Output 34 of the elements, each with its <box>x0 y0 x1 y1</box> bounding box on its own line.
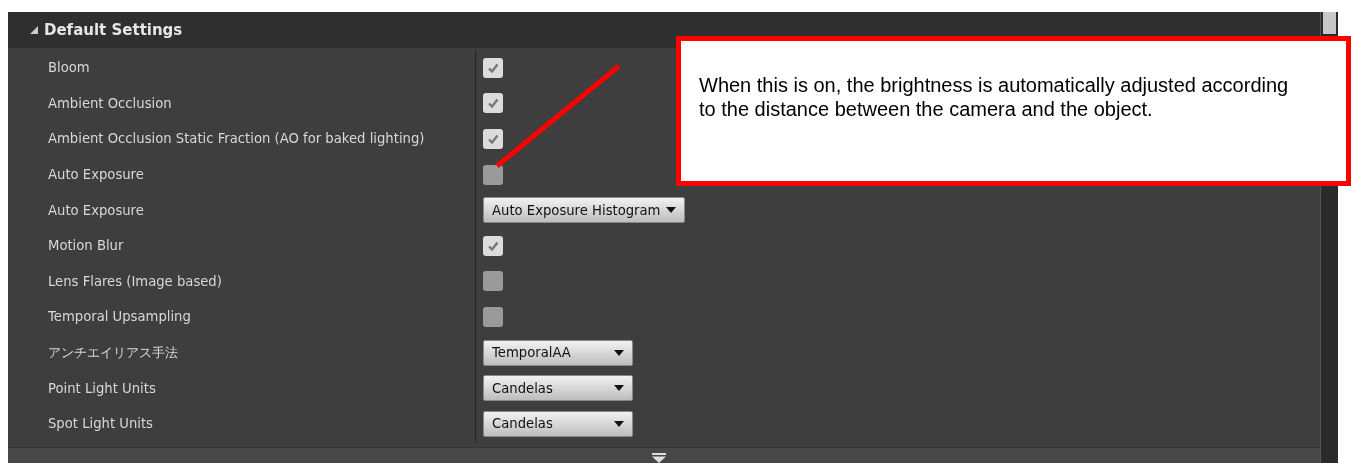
property-label: Ambient Occlusion Static Fraction (AO for baked lighting) <box>48 131 425 147</box>
checkmark-icon <box>487 239 499 252</box>
expand-arrow-icon[interactable] <box>652 453 666 463</box>
property-label: Point Light Units <box>48 380 156 396</box>
checkbox[interactable] <box>483 271 503 292</box>
checkbox[interactable] <box>483 306 503 327</box>
caret-icon <box>666 207 677 214</box>
property-label: アンチエイリアス手法 <box>48 343 178 362</box>
property-label: Motion Blur <box>48 238 124 254</box>
checkbox[interactable] <box>483 129 503 149</box>
property-label: Spot Light Units <box>48 416 153 432</box>
dropdown[interactable]: Candelas <box>483 410 633 437</box>
checkmark-icon <box>487 61 499 74</box>
expand-triangle-icon[interactable] <box>30 26 38 34</box>
checkbox[interactable] <box>483 93 503 114</box>
dropdown[interactable]: Auto Exposure Histogram <box>483 197 686 224</box>
callout-text: When this is on, the brightness is automatically adjusted according to the distance between the camera and the object. <box>699 73 1290 121</box>
property-label: Temporal Upsampling <box>48 309 191 325</box>
property-label: Lens Flares (Image based) <box>48 273 222 289</box>
checkbox[interactable] <box>483 57 503 78</box>
property-label: Bloom <box>48 60 90 76</box>
property-label: Auto Exposure <box>48 202 144 218</box>
section-title: Default Settings <box>44 21 183 39</box>
caret-icon <box>614 349 624 356</box>
dropdown[interactable]: TemporalAA <box>483 339 633 366</box>
checkmark-icon <box>487 133 499 145</box>
property-label: Ambient Occlusion <box>48 95 172 111</box>
property-label: Auto Exposure <box>48 167 144 183</box>
dropdown[interactable]: Candelas <box>483 375 633 402</box>
caret-icon <box>614 385 624 392</box>
caret-icon <box>614 420 624 427</box>
checkbox[interactable] <box>483 235 503 256</box>
checkbox[interactable] <box>483 164 503 185</box>
checkmark-icon <box>487 97 499 110</box>
